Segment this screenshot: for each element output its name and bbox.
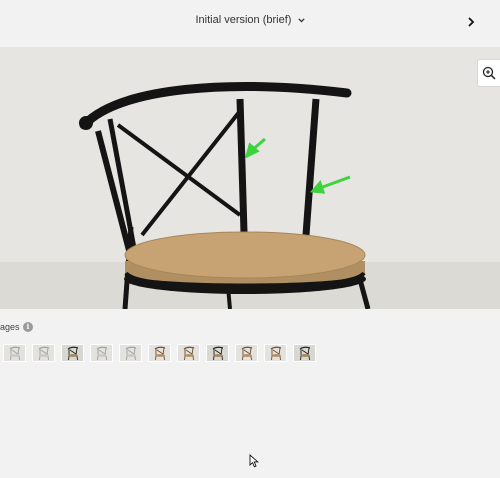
gallery-label: ages <box>0 322 20 332</box>
chevron-right-icon <box>468 17 475 27</box>
zoom-in-icon <box>482 66 496 80</box>
gallery-thumbnail[interactable] <box>148 344 171 362</box>
next-button[interactable] <box>464 15 478 29</box>
chair-photo <box>0 47 500 309</box>
gallery-thumbnail[interactable] <box>3 344 26 362</box>
info-icon[interactable]: i <box>23 322 33 332</box>
version-label: Initial version (brief) <box>195 14 292 26</box>
gallery-thumbnail[interactable] <box>61 344 84 362</box>
gallery-thumbnail[interactable] <box>264 344 287 362</box>
top-bar: Initial version (brief) <box>0 0 500 46</box>
gallery-thumbnail[interactable] <box>32 344 55 362</box>
version-dropdown[interactable]: Initial version (brief) <box>0 14 500 26</box>
gallery-thumbnail[interactable] <box>177 344 200 362</box>
mouse-cursor-icon <box>249 454 259 468</box>
gallery-thumbnail[interactable] <box>235 344 258 362</box>
gallery-thumbnail[interactable] <box>119 344 142 362</box>
gallery-thumbnail[interactable] <box>90 344 113 362</box>
image-viewer[interactable] <box>0 47 500 309</box>
chevron-down-icon <box>297 14 305 26</box>
gallery-thumbnail[interactable] <box>293 344 316 362</box>
gallery-thumbnail[interactable] <box>206 344 229 362</box>
zoom-button[interactable] <box>477 59 500 87</box>
